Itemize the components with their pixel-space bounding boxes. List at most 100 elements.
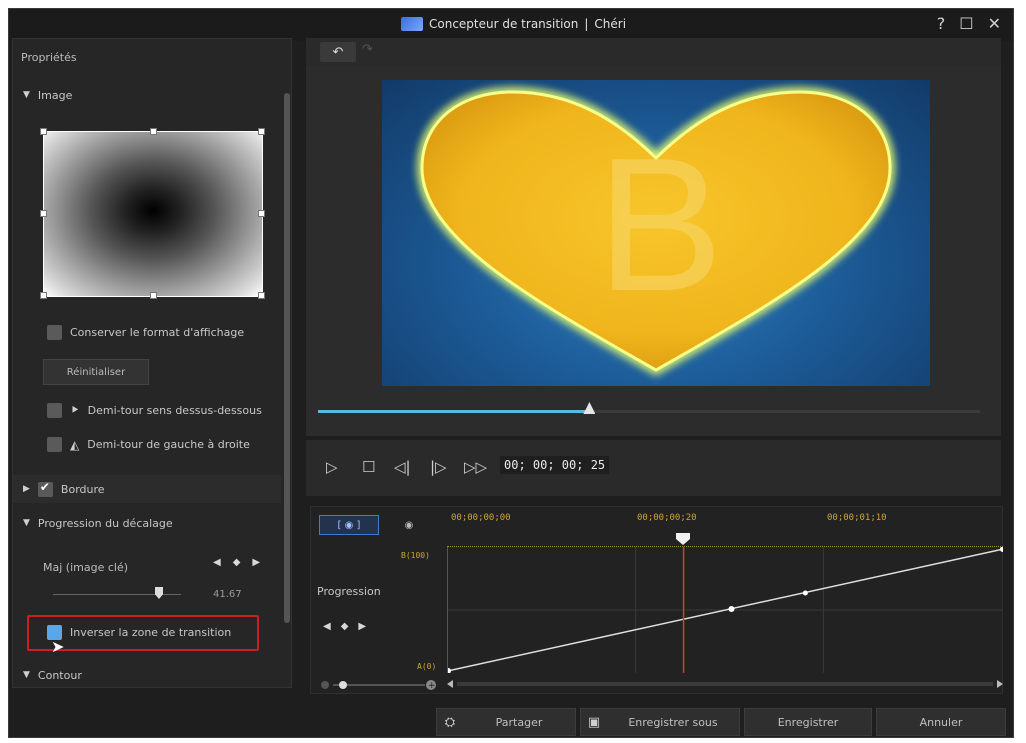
redo-button[interactable]: ↷ [362,42,373,57]
keyframe-point[interactable] [728,606,735,612]
add-keyframe-icon[interactable]: ◆ [233,557,241,568]
invert-label: Inverser la zone de transition [70,626,232,639]
section-border-label: Bordure [60,482,105,496]
playhead-marker[interactable] [676,533,690,545]
resize-handle[interactable] [258,128,265,135]
keep-aspect-label: Conserver le format d'affichage [70,326,245,339]
cancel-button[interactable]: Annuler [876,708,1006,736]
share-button[interactable]: ⛭ Partager [436,708,576,736]
flip-vertical-icon: ⯈ [70,403,80,417]
project-name: Chéri [594,17,627,31]
resize-handle[interactable] [150,292,157,299]
save-as-button[interactable]: ▣ Enregistrer sous [580,708,740,736]
section-image-header[interactable]: ▼ Image [13,81,281,109]
expand-arrow-icon: ▼ [23,670,30,680]
close-icon[interactable]: ✕ [988,15,1001,33]
mask-image[interactable] [40,128,265,299]
value-max-label: B(100) [401,551,430,560]
section-contour-header[interactable]: ▼ Contour [13,661,281,687]
keyframe-timeline: [ ◉ ] ◉ 00;00;00;00 00;00;00;20 00;00;01… [310,506,1003,694]
resize-handle[interactable] [40,210,47,217]
timecode-end: 00;00;01;10 [827,513,887,523]
timecode-start: 00;00;00;00 [451,513,511,523]
keyframe-mode-icon: [ ◉ ] [337,519,361,531]
prev-keyframe-icon[interactable]: ◀ [213,557,221,568]
flip-horizontal-row[interactable]: ◭ Demi-tour de gauche à droite [47,437,250,452]
border-checkbox[interactable] [37,480,53,497]
redo-icon: ↷ [362,42,373,57]
tab-keyframe[interactable]: [ ◉ ] [319,515,379,535]
keyframe-point[interactable] [447,667,451,673]
maj-label: Maj (image clé) [43,561,128,574]
resize-handle[interactable] [40,128,47,135]
window-controls: ? ☐ ✕ [937,15,1001,33]
undo-button[interactable]: ↶ [320,42,356,62]
prev-keyframe-icon[interactable]: ◀ [323,621,331,632]
maximize-icon[interactable]: ☐ [959,15,973,33]
timecode-display[interactable]: 00; 00; 00; 25 [500,456,610,474]
preview-canvas: B [382,80,930,386]
expand-arrow-icon: ▼ [23,90,30,100]
section-offset-label: Progression du décalage [37,516,173,530]
properties-panel: Propriétés ▼ Image Conserver le format d… [12,38,292,688]
save-as-label: Enregistrer sous [628,715,718,729]
next-keyframe-icon[interactable]: ▶ [252,557,260,568]
window-title: Concepteur de transition | Chéri [401,17,626,31]
add-keyframe-icon[interactable]: ◆ [341,621,349,632]
stop-icon[interactable]: ☐ [362,458,375,476]
svg-text:+: + [428,681,436,691]
cancel-label: Annuler [919,715,963,729]
resize-handle[interactable] [258,210,265,217]
value-min-label: A(0) [417,662,437,671]
invert-row[interactable]: Inverser la zone de transition [47,625,231,640]
reset-button[interactable]: Réinitialiser [43,359,149,385]
transport-bar: ▷ ☐ ◁| |▷ ▷▷ 00; 00; 00; 25 [306,440,1001,496]
save-button[interactable]: Enregistrer [744,708,872,736]
maj-slider-thumb[interactable] [155,587,163,599]
timeline-zoom[interactable]: + [319,679,439,691]
keyframe-point[interactable] [802,590,808,596]
flip-horizontal-label: Demi-tour de gauche à droite [87,438,250,451]
flip-vertical-label: Demi-tour sens dessus-dessous [87,404,262,417]
next-keyframe-icon[interactable]: ▶ [358,621,366,632]
timecode-mid: 00;00;00;20 [637,513,697,523]
title-separator: | [584,17,589,31]
preview-letter: B [597,119,724,331]
properties-scrollbar[interactable] [284,79,290,687]
resize-handle[interactable] [40,292,47,299]
mouse-cursor-icon: ➤ [51,637,65,656]
fast-forward-icon[interactable]: ▷▷ [464,458,487,476]
timeline-scrollbar[interactable] [447,679,1003,689]
resize-handle[interactable] [258,292,265,299]
section-border-header[interactable]: ▶ Bordure [13,475,281,503]
progression-graph[interactable] [447,547,1003,673]
tab-record[interactable]: ◉ [391,515,427,535]
share-icon: ⛭ [444,714,456,730]
scrollbar-thumb[interactable] [284,93,290,623]
flip-horizontal-checkbox[interactable] [47,437,62,452]
preview-toolbar: ↶ ↷ [306,38,1001,66]
flip-vertical-checkbox[interactable] [47,403,62,418]
record-icon: ◉ [404,519,414,531]
keyframe-point[interactable] [1000,547,1003,553]
heart-shape: B [416,86,896,376]
app-icon [401,17,423,31]
properties-heading: Propriétés [21,51,77,64]
help-icon[interactable]: ? [937,15,946,33]
mask-preview [40,128,265,299]
resize-handle[interactable] [150,128,157,135]
next-frame-icon[interactable]: |▷ [430,458,447,476]
save-icon: ▣ [587,714,601,730]
collapse-arrow-icon: ▶ [23,484,30,494]
keep-aspect-row[interactable]: Conserver le format d'affichage [47,325,244,340]
prev-frame-icon[interactable]: ◁| [394,458,411,476]
play-icon[interactable]: ▷ [326,458,338,476]
title-text: Concepteur de transition [429,17,579,31]
section-offset-header[interactable]: ▼ Progression du décalage [13,509,281,537]
preview-seek-fill [318,410,590,413]
share-label: Partager [495,715,543,729]
flip-vertical-row[interactable]: ⯈ Demi-tour sens dessus-dessous [47,403,262,418]
track-label: Progression [317,585,381,598]
keyframe-nav: ◀ ◆ ▶ [213,557,260,568]
keep-aspect-checkbox[interactable] [47,325,62,340]
